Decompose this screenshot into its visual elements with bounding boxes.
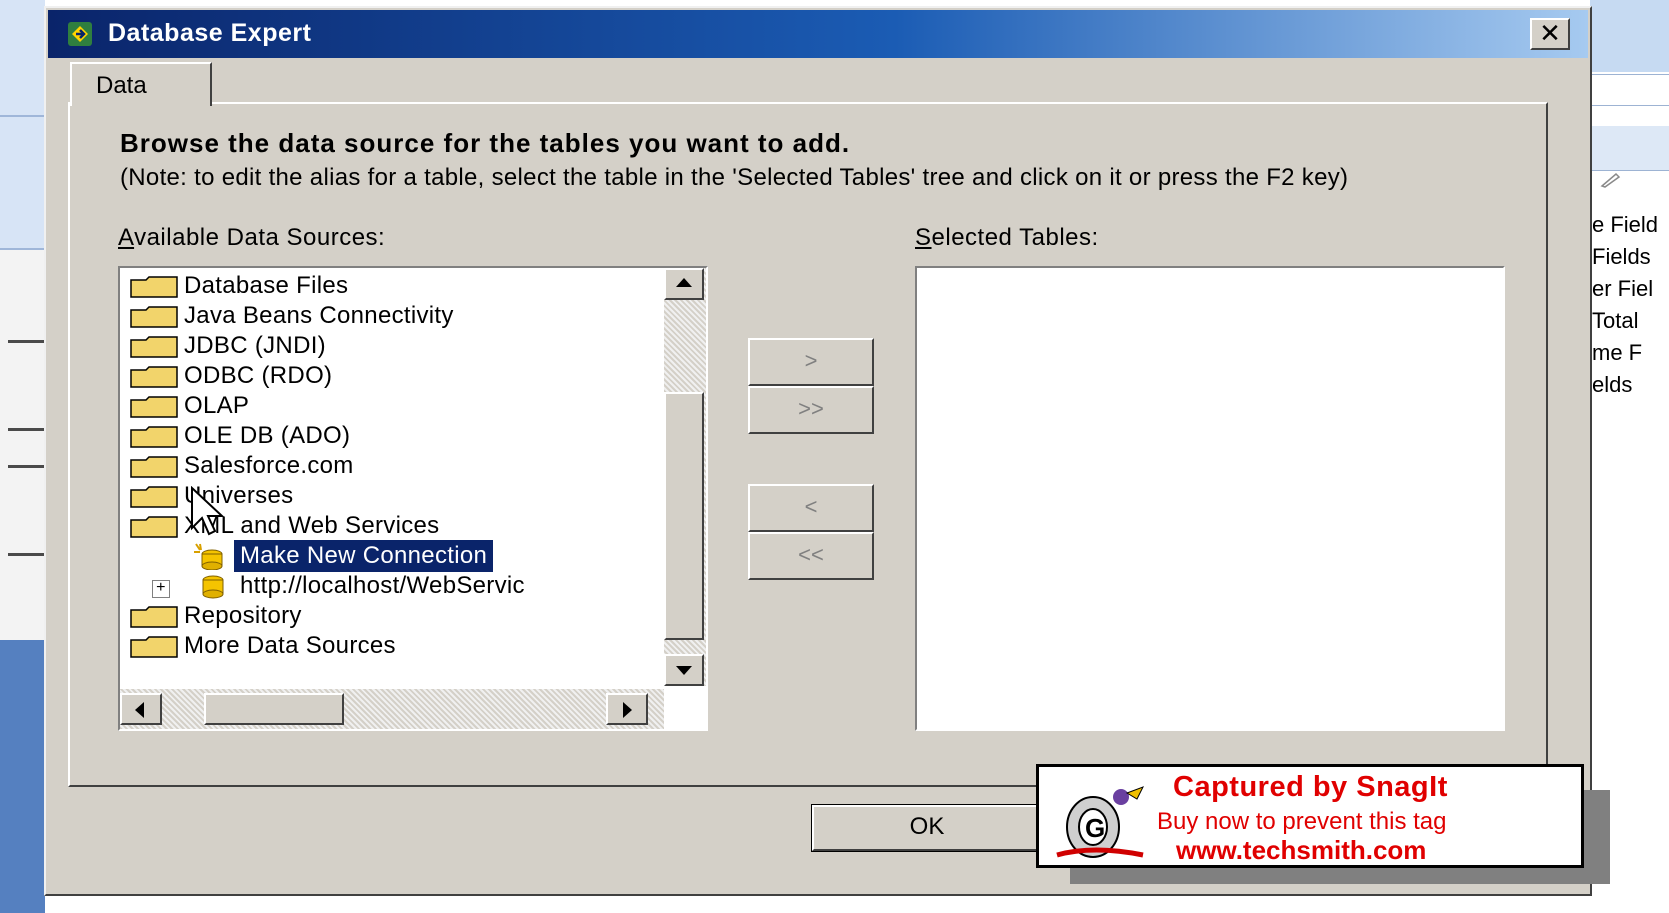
svg-text:G: G bbox=[1085, 813, 1105, 843]
arrow-up-icon bbox=[676, 278, 692, 287]
field-tree-item: Fields bbox=[1592, 244, 1651, 269]
available-sources-label: Available Data Sources: bbox=[118, 224, 385, 252]
folder-icon bbox=[130, 486, 178, 508]
close-button[interactable]: ✕ bbox=[1530, 18, 1570, 50]
new-connection-icon bbox=[194, 543, 223, 570]
background-line bbox=[8, 428, 45, 431]
folder-icon bbox=[130, 636, 178, 658]
scroll-up-button[interactable] bbox=[664, 268, 704, 300]
snagit-subtitle: Buy now to prevent this tag bbox=[1157, 808, 1447, 835]
folder-icon bbox=[130, 606, 178, 628]
tree-item-label: Database Files bbox=[184, 272, 349, 299]
folder-icon bbox=[130, 276, 178, 298]
background-separator bbox=[0, 248, 45, 250]
tree-item-label: Java Beans Connectivity bbox=[184, 302, 454, 329]
folder-icon bbox=[130, 396, 178, 418]
tree-item-label: OLAP bbox=[184, 392, 250, 419]
arrow-down-icon bbox=[676, 666, 692, 675]
instruction-heading: Browse the data source for the tables yo… bbox=[120, 128, 851, 158]
scroll-down-button[interactable] bbox=[664, 654, 704, 686]
background-toolbar bbox=[1590, 74, 1669, 106]
remove-all-button[interactable]: << bbox=[748, 532, 874, 580]
folder-icon bbox=[130, 456, 178, 478]
database-expert-icon bbox=[68, 22, 92, 46]
arrow-left-icon bbox=[135, 702, 144, 718]
accelerator-key: A bbox=[118, 224, 135, 251]
background-app-left bbox=[0, 0, 45, 913]
selected-tables-tree[interactable] bbox=[915, 266, 1505, 731]
instruction-note: (Note: to edit the alias for a table, se… bbox=[120, 164, 1349, 191]
tree-item-label: Salesforce.com bbox=[184, 452, 354, 479]
folder-icon bbox=[130, 306, 178, 328]
selected-tables-label: Selected Tables: bbox=[915, 224, 1099, 252]
background-line bbox=[8, 553, 45, 556]
tree-item-label: ODBC (RDO) bbox=[184, 362, 333, 389]
accelerator-key: S bbox=[915, 224, 932, 251]
background-panel bbox=[0, 640, 45, 913]
pencil-icon bbox=[1600, 172, 1621, 188]
background-toolbar bbox=[1590, 126, 1669, 171]
background-toolbar bbox=[1590, 0, 1669, 72]
title-bar[interactable]: Database Expert ✕ bbox=[48, 10, 1588, 58]
snagit-title: Captured by SnagIt bbox=[1173, 771, 1448, 803]
tree-item-label: Make New Connection bbox=[232, 539, 495, 573]
tree-item-label: JDBC (JNDI) bbox=[184, 332, 326, 359]
label-text: vailable Data Sources: bbox=[134, 224, 386, 251]
snagit-tag: G Captured by SnagIt Buy now to prevent … bbox=[1036, 764, 1584, 868]
background-app-right: e Field Fields er Fiel Total me F elds bbox=[1590, 0, 1669, 913]
tree-item-label: Repository bbox=[184, 602, 302, 629]
window-title: Database Expert bbox=[108, 19, 312, 47]
add-all-button[interactable]: >> bbox=[748, 386, 874, 434]
scroll-thumb[interactable] bbox=[204, 693, 344, 725]
scroll-thumb[interactable] bbox=[664, 392, 704, 640]
folder-open-icon bbox=[130, 516, 178, 538]
snagit-url: www.techsmith.com bbox=[1176, 835, 1427, 865]
snagit-logo-icon: G bbox=[1056, 786, 1145, 858]
field-tree-item: elds bbox=[1592, 372, 1633, 397]
horizontal-scrollbar[interactable] bbox=[120, 689, 664, 729]
field-tree-item: me F bbox=[1592, 340, 1643, 365]
tab-label: Data bbox=[96, 72, 147, 99]
tab-data[interactable]: Data bbox=[70, 62, 212, 106]
folder-icon bbox=[130, 366, 178, 388]
tree-viewport: Database Files Java Beans Connectivity J… bbox=[122, 270, 652, 690]
tree-item-label: More Data Sources bbox=[184, 632, 396, 659]
folder-icon bbox=[130, 336, 178, 358]
tree-item-label: http://localhost/WebServic bbox=[240, 572, 525, 599]
background-line bbox=[8, 465, 45, 468]
mouse-cursor-icon bbox=[191, 486, 225, 536]
field-tree-item: Total bbox=[1592, 308, 1639, 333]
background-separator bbox=[0, 115, 45, 117]
background-line bbox=[8, 340, 45, 343]
folder-icon bbox=[130, 426, 178, 448]
label-text: elected Tables: bbox=[931, 224, 1099, 251]
add-selected-button[interactable]: > bbox=[748, 338, 874, 386]
remove-selected-button[interactable]: < bbox=[748, 484, 874, 532]
scroll-right-button[interactable] bbox=[606, 693, 648, 725]
database-connection-icon bbox=[202, 575, 224, 599]
tree-item-label: OLE DB (ADO) bbox=[184, 422, 351, 449]
field-tree-item: e Field bbox=[1592, 212, 1659, 237]
arrow-right-icon bbox=[623, 702, 632, 718]
background-toolbar bbox=[0, 0, 45, 250]
field-tree-item: er Fiel bbox=[1592, 276, 1654, 301]
expand-icon[interactable]: + bbox=[152, 580, 170, 598]
scroll-left-button[interactable] bbox=[120, 693, 162, 725]
vertical-scrollbar[interactable] bbox=[664, 268, 706, 686]
ok-button[interactable]: OK bbox=[811, 804, 1043, 852]
